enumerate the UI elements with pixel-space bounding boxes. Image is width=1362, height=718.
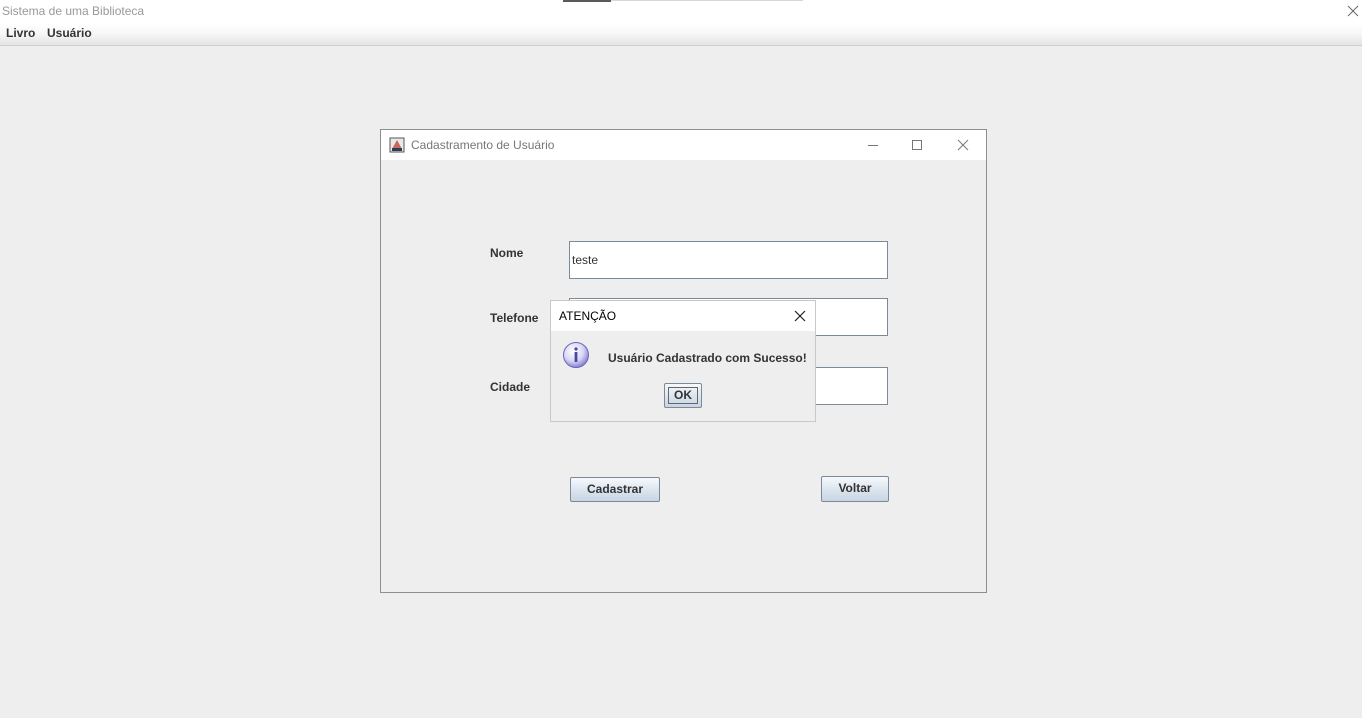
cidade-label: Cidade bbox=[490, 380, 531, 394]
close-icon[interactable] bbox=[955, 137, 971, 153]
nome-field[interactable] bbox=[569, 241, 888, 279]
voltar-button[interactable]: Voltar bbox=[821, 476, 889, 502]
taskbar-indicator-active bbox=[563, 0, 611, 2]
taskbar-indicator bbox=[563, 0, 803, 2]
menu-usuario[interactable]: Usuário bbox=[47, 26, 92, 40]
main-window-title: Sistema de uma Biblioteca bbox=[2, 4, 145, 18]
ok-button-label: OK bbox=[668, 387, 698, 404]
menu-bar: Livro Usuário bbox=[0, 24, 1362, 46]
cadastro-window-titlebar[interactable]: Cadastramento de Usuário bbox=[381, 130, 986, 160]
cadastrar-button[interactable]: Cadastrar bbox=[570, 477, 660, 502]
nome-label: Nome bbox=[490, 246, 524, 260]
menu-livro[interactable]: Livro bbox=[6, 26, 35, 40]
close-icon[interactable] bbox=[1346, 0, 1362, 22]
dialog-title: ATENÇÃO bbox=[559, 309, 617, 323]
minimize-icon[interactable] bbox=[865, 137, 881, 153]
java-app-icon bbox=[389, 137, 405, 153]
dialog-titlebar[interactable]: ATENÇÃO bbox=[551, 301, 815, 331]
atencao-dialog: ATENÇÃO Usuário Cadastrado com Sucesso! … bbox=[550, 300, 816, 422]
cadastro-window-title: Cadastramento de Usuário bbox=[411, 138, 555, 152]
ok-button[interactable]: OK bbox=[664, 383, 702, 408]
telefone-label: Telefone bbox=[490, 311, 539, 325]
close-icon[interactable] bbox=[793, 309, 807, 323]
info-icon bbox=[563, 342, 589, 368]
maximize-icon[interactable] bbox=[909, 137, 925, 153]
dialog-message: Usuário Cadastrado com Sucesso! bbox=[608, 351, 807, 365]
main-window-titlebar: Sistema de uma Biblioteca bbox=[0, 0, 1362, 24]
